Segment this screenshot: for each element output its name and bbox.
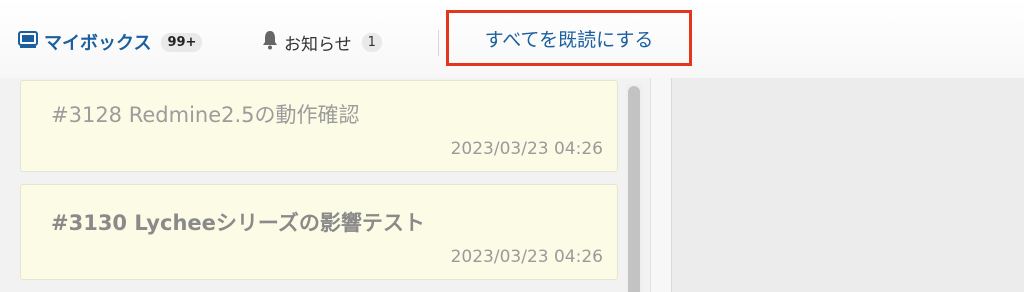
bell-icon (262, 30, 278, 54)
message-list: #3128 Redmine2.5の動作確認 2023/03/23 04:26 #… (0, 78, 650, 292)
notice-count-badge: 1 (361, 32, 382, 52)
tab-mybox[interactable]: マイボックス 99+ (18, 28, 203, 56)
scrollbar-thumb[interactable] (628, 86, 640, 292)
list-item[interactable]: #3128 Redmine2.5の動作確認 2023/03/23 04:26 (20, 80, 618, 172)
mark-all-read-link[interactable]: すべてを既読にする (446, 10, 692, 66)
header-separator (438, 30, 439, 56)
inbox-icon (18, 31, 38, 53)
item-timestamp: 2023/03/23 04:26 (450, 247, 603, 267)
header-bar: マイボックス 99+ お知らせ 1 すべてを既読にする (0, 0, 1024, 79)
mybox-count-badge: 99+ (161, 32, 203, 52)
detail-pane (672, 78, 1024, 292)
item-title: #3128 Redmine2.5の動作確認 (51, 103, 360, 127)
item-title: #3130 Lycheeシリーズの影響テスト (51, 211, 425, 235)
mybox-label: マイボックス (44, 33, 152, 54)
list-item[interactable]: #3130 Lycheeシリーズの影響テスト 2023/03/23 04:26 (20, 184, 618, 280)
list-scrollbar[interactable] (626, 84, 642, 292)
item-timestamp: 2023/03/23 04:26 (450, 139, 603, 159)
pane-divider[interactable] (650, 78, 672, 292)
tab-notice[interactable]: お知らせ 1 (262, 28, 382, 56)
notice-label: お知らせ (284, 34, 352, 55)
